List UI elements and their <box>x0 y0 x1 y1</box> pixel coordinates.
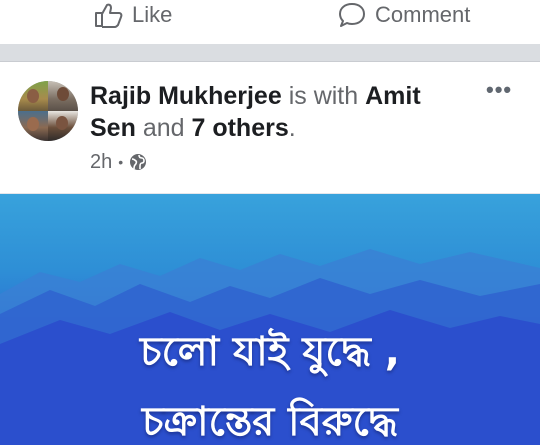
and-text: and <box>142 114 185 142</box>
like-label: Like <box>132 2 173 27</box>
post-header: Rajib Mukherjee is with Amit Sen and 7 o… <box>0 62 540 194</box>
post-timestamp[interactable]: 2h <box>90 151 112 174</box>
comment-button[interactable]: Comment <box>337 0 470 30</box>
image-text-line-2: চক্রান্তের বিরুদ্ধে <box>141 399 398 445</box>
comment-label: Comment <box>375 2 471 27</box>
more-options-button[interactable]: ••• <box>486 77 514 102</box>
meta-separator-dot: • <box>118 154 124 170</box>
globe-icon[interactable] <box>129 153 147 171</box>
with-text: is with <box>288 82 359 110</box>
post-meta: 2h • <box>90 150 147 174</box>
like-button[interactable]: Like <box>94 0 172 30</box>
comment-bubble-icon <box>337 1 367 29</box>
post-action-bar: Like Comment <box>0 0 540 44</box>
post-headline: Rajib Mukherjee is with Amit Sen and 7 o… <box>90 80 470 144</box>
author-name-link[interactable]: Rajib Mukherjee <box>90 82 282 110</box>
headline-period: . <box>288 114 296 142</box>
image-text-line-1: চলো যাই যুদ্ধে , <box>140 329 400 375</box>
post-image[interactable]: চলো যাই যুদ্ধে , চক্রান্তের বিরুদ্ধে <box>0 194 540 445</box>
more-options-icon: ••• <box>486 77 513 102</box>
others-link[interactable]: 7 others <box>191 114 288 142</box>
feed-separator <box>0 44 540 62</box>
thumbs-up-icon <box>94 2 124 28</box>
group-avatar[interactable] <box>18 81 78 141</box>
